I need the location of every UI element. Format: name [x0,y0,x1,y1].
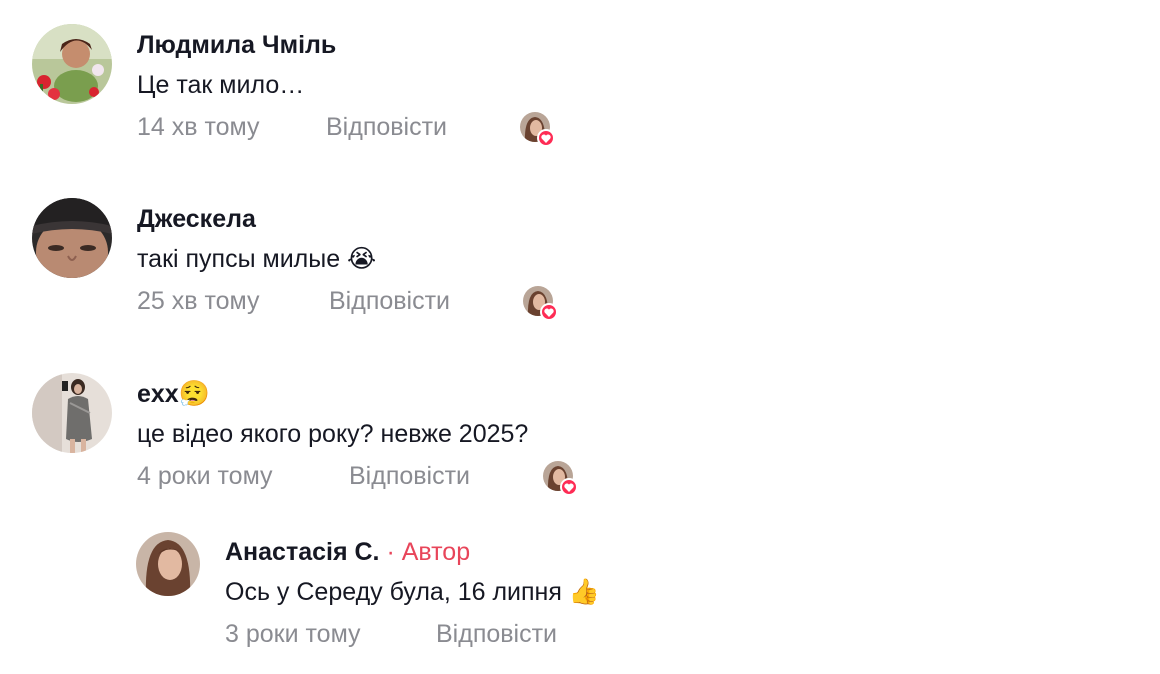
heart-icon [537,129,555,147]
comment-text: Ось у Середу була, 16 липня 👍 [225,578,600,606]
creator-liked-badge [523,286,558,321]
comment-timestamp: 3 роки тому [225,620,361,648]
comment-author[interactable]: Джескела [137,204,256,234]
heart-icon [540,303,558,321]
comment-author[interactable]: exx😮‍💨 [137,379,210,409]
author-name[interactable]: Анастасія С. [225,538,380,566]
heart-icon [560,478,578,496]
reply-button[interactable]: Відповісти [326,112,447,142]
comment-text: такі пупсы милые 😭 [137,245,377,273]
author-separator: · [386,538,395,566]
author-badge: Автор [401,538,471,566]
reply-button[interactable]: Відповісти [329,286,450,316]
comment-text: це відео якого року? невже 2025? [137,420,529,448]
creator-liked-badge [520,112,555,147]
comment-author[interactable]: Анастасія С. · Автор [225,537,470,567]
comment-timestamp: 25 хв тому [137,287,260,315]
user-avatar-flowers[interactable] [32,24,112,104]
user-avatar-mirror-selfie[interactable] [32,373,112,453]
comment-timestamp: 4 роки тому [137,462,273,490]
reply-button[interactable]: Відповісти [436,619,557,649]
comment-author[interactable]: Людмила Чміль [137,30,336,60]
author-avatar[interactable] [136,532,200,596]
comment-timestamp: 14 хв тому [137,113,260,141]
user-avatar-face[interactable] [32,198,112,278]
creator-liked-badge [543,461,578,496]
reply-button[interactable]: Відповісти [349,461,470,491]
comment-text: Це так мило… [137,71,305,99]
